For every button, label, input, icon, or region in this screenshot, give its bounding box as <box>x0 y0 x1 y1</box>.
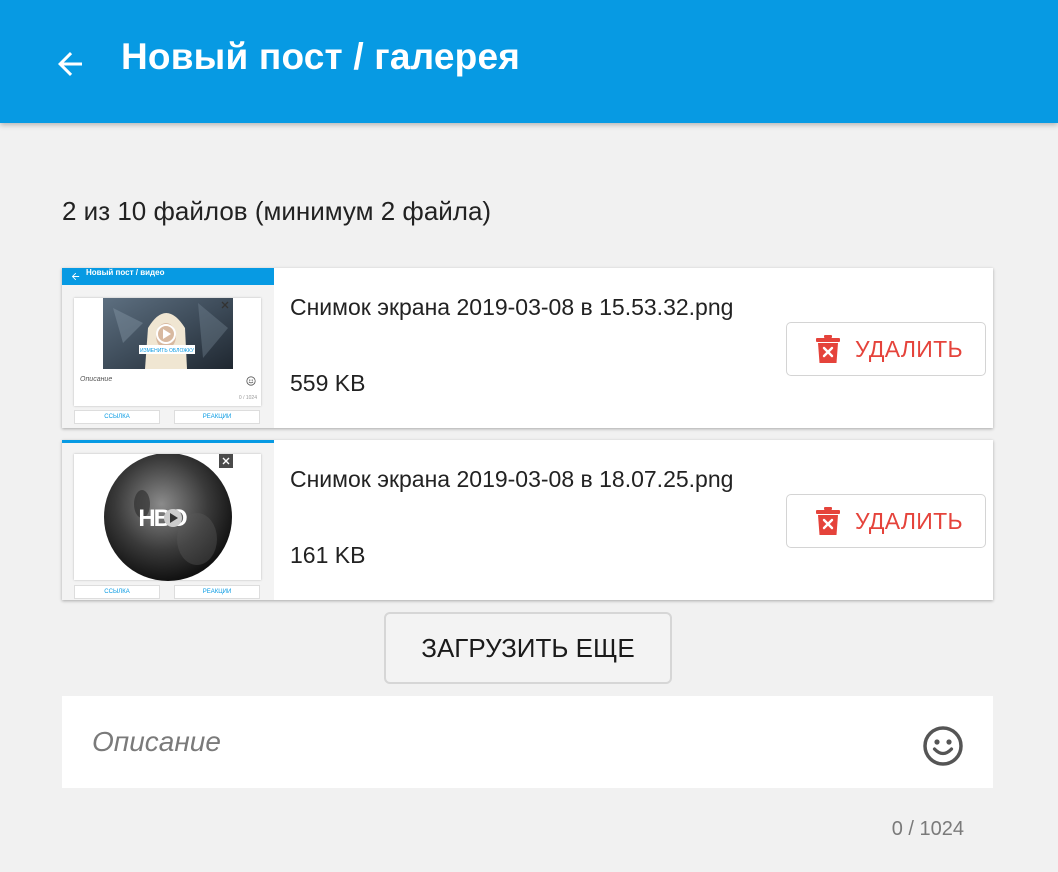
description-box <box>62 696 993 788</box>
file-name: Снимок экрана 2019-03-08 в 18.07.25.png <box>290 466 734 492</box>
trash-icon <box>816 335 840 363</box>
delete-button[interactable]: УДАЛИТЬ <box>786 494 986 548</box>
file-size: 161 KB <box>290 542 366 568</box>
mini-description-label: Описание <box>80 376 113 383</box>
mini-cover-button: ИЗМЕНИТЬ ОБЛОЖКУ <box>140 348 195 354</box>
app-bar: Новый пост / галерея <box>0 0 1058 123</box>
mini-link-button: ССЫЛКА <box>74 410 160 424</box>
files-count-text: 2 из 10 файлов (минимум 2 файла) <box>62 196 492 226</box>
file-thumbnail: Новый пост / видео ИЗМЕНИТЬ ОБЛОЖКУ Опис… <box>62 268 274 428</box>
mini-close-icon <box>221 301 229 309</box>
page-title: Новый пост / галерея <box>121 36 521 77</box>
mini-smiley-icon <box>246 376 256 386</box>
mini-arrow-left-icon <box>71 272 80 281</box>
file-name: Снимок экрана 2019-03-08 в 15.53.32.png <box>290 294 734 320</box>
file-size: 559 KB <box>290 370 366 396</box>
description-counter: 0 / 1024 <box>891 818 964 840</box>
mini-hbo-preview: HBO <box>104 454 232 581</box>
description-input[interactable] <box>92 718 912 766</box>
mini-reactions-button: РЕАКЦИИ <box>174 585 260 599</box>
file-card: Новый пост / видео ИЗМЕНИТЬ ОБЛОЖКУ Опис… <box>62 268 993 428</box>
mini-reactions-button: РЕАКЦИИ <box>174 410 260 424</box>
file-thumbnail: HBO ССЫЛКА РЕАКЦИИ <box>62 440 274 600</box>
mini-link-button: ССЫЛКА <box>74 585 160 599</box>
delete-button-label: УДАЛИТЬ <box>855 335 963 362</box>
load-more-button[interactable]: ЗАГРУЗИТЬ ЕЩЕ <box>384 612 672 684</box>
delete-button-label: УДАЛИТЬ <box>855 507 963 534</box>
mini-video-card: ИЗМЕНИТЬ ОБЛОЖКУ Описание 0 / 1024 <box>74 298 261 406</box>
mini-counter: 0 / 1024 <box>238 395 257 401</box>
mini-close-icon <box>219 454 233 468</box>
mini-video-preview: ИЗМЕНИТЬ ОБЛОЖКУ <box>103 298 233 369</box>
mini-app-bar-edge <box>62 440 274 443</box>
trash-icon <box>816 507 840 535</box>
back-button[interactable] <box>44 38 96 90</box>
delete-button[interactable]: УДАЛИТЬ <box>786 322 986 376</box>
smiley-icon[interactable] <box>922 725 964 767</box>
mini-video-card: HBO <box>74 454 261 581</box>
mini-header-title: Новый пост / видео <box>86 268 165 277</box>
mini-app-bar: Новый пост / видео <box>62 268 274 285</box>
arrow-left-icon <box>58 52 82 76</box>
file-card: HBO ССЫЛКА РЕАКЦИИ Снимок экрана 2019-03… <box>62 440 993 600</box>
